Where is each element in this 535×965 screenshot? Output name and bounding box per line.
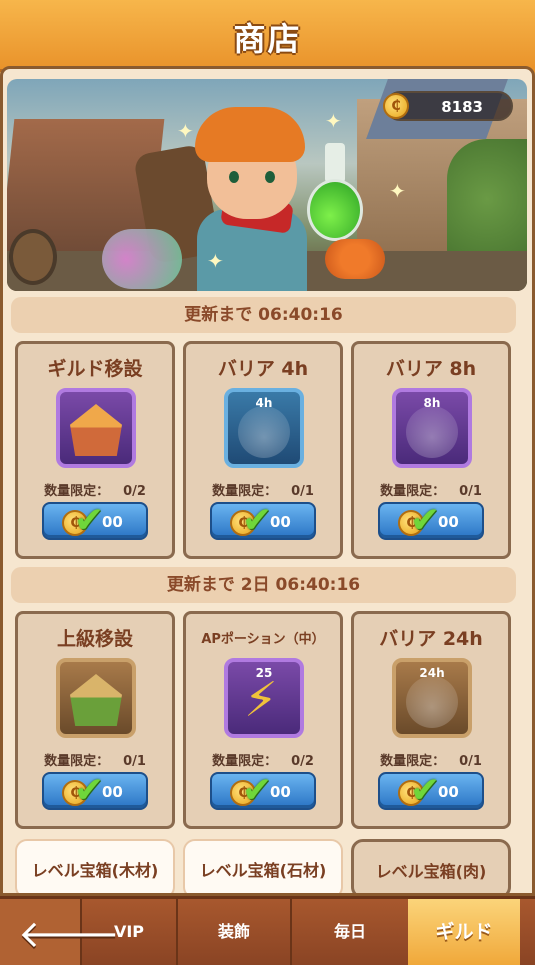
buy-button[interactable]: ₵ 00 ✔ xyxy=(42,500,148,541)
shop-panel: ✦ ✦ ✦ ✦ ₵ 8183 更新まで 06:40:16 ギルド移設 数量限定：… xyxy=(0,66,535,896)
limit-value: 0/1 xyxy=(291,484,314,499)
checkmark-icon: ✔ xyxy=(242,770,273,811)
green-potion-flask xyxy=(307,179,363,241)
barrier-dome-art xyxy=(406,676,458,728)
merchant-eye xyxy=(265,171,275,183)
lightning-bolt-icon: ⚡ xyxy=(244,672,278,728)
tab-guild[interactable]: ギルド xyxy=(408,899,520,965)
guild-house-art xyxy=(70,404,122,456)
item-title: バリア 24h xyxy=(379,628,483,650)
sparkle-icon: ✦ xyxy=(389,179,406,203)
back-button[interactable]: 🡐 xyxy=(0,899,120,965)
barrier-dome-art xyxy=(238,406,290,458)
item-title: バリア 8h xyxy=(385,358,477,380)
ap-potion-icon: 25 ⚡ xyxy=(224,658,304,738)
sparkle-icon: ✦ xyxy=(177,119,194,143)
price-label: 00 xyxy=(270,783,291,801)
refresh-timer: 更新まで 06:40:16 xyxy=(11,297,516,333)
barrier-dome-art xyxy=(406,406,458,458)
limit-label: 数量限定： xyxy=(212,754,278,769)
purchase-limit: 数量限定： 0/1 xyxy=(186,480,340,499)
price-label: 00 xyxy=(102,783,123,801)
guild-move-icon xyxy=(56,388,136,468)
checkmark-icon: ✔ xyxy=(74,770,105,811)
merchant-hair xyxy=(195,107,305,162)
tab-vip[interactable]: VIP xyxy=(82,899,178,965)
purchase-limit: 数量限定： 0/2 xyxy=(18,480,172,499)
hut-art xyxy=(70,674,122,726)
potion-bottles-illustration xyxy=(102,229,182,289)
purchase-limit: 数量限定： 0/1 xyxy=(18,750,172,769)
price-label: 00 xyxy=(270,513,291,531)
limit-label: 数量限定： xyxy=(380,754,446,769)
shop-banner: ✦ ✦ ✦ ✦ ₵ 8183 xyxy=(7,79,527,291)
checkmark-icon: ✔ xyxy=(410,770,441,811)
shop-item-card[interactable]: バリア 8h 8h 数量限定： 0/1 ₵ 00 ✔ xyxy=(351,341,511,559)
barrier-icon: 24h xyxy=(392,658,472,738)
chest-card-meat[interactable]: レベル宝箱(肉) xyxy=(351,839,511,893)
chest-card-wood[interactable]: レベル宝箱(木材) xyxy=(15,839,175,893)
refresh-timer: 更新まで 2日 06:40:16 xyxy=(11,567,516,603)
item-title: 上級移設 xyxy=(56,628,133,650)
limit-value: 0/1 xyxy=(459,484,482,499)
sparkle-icon: ✦ xyxy=(207,249,224,273)
price-label: 00 xyxy=(102,513,123,531)
limit-label: 数量限定： xyxy=(212,484,278,499)
shop-item-card[interactable]: ギルド移設 数量限定： 0/2 ₵ 00 ✔ xyxy=(15,341,175,559)
limit-value: 0/1 xyxy=(459,754,482,769)
shop-item-card[interactable]: バリア 4h 4h 数量限定： 0/1 ₵ 00 ✔ xyxy=(183,341,343,559)
buy-button[interactable]: ₵ 00 ✔ xyxy=(378,770,484,811)
advanced-move-icon xyxy=(56,658,136,738)
shop-item-card[interactable]: APポーション（中） 25 ⚡ 数量限定： 0/2 ₵ 00 ✔ xyxy=(183,611,343,829)
checkmark-icon: ✔ xyxy=(410,500,441,541)
shield-illustration xyxy=(9,229,57,285)
sparkle-icon: ✦ xyxy=(325,109,342,133)
currency-value: 8183 xyxy=(441,98,483,116)
coin-icon: ₵ xyxy=(383,93,409,119)
tab-decoration[interactable]: 装飾 xyxy=(178,899,292,965)
merchant-eye xyxy=(229,171,239,183)
purchase-limit: 数量限定： 0/1 xyxy=(354,750,508,769)
shop-header: 商店 xyxy=(0,0,535,79)
limit-value: 0/2 xyxy=(123,484,146,499)
price-label: 00 xyxy=(438,513,459,531)
fruit-crate-illustration xyxy=(325,239,385,279)
item-title: バリア 4h xyxy=(217,358,309,380)
barrier-icon: 4h xyxy=(224,388,304,468)
buy-button[interactable]: ₵ 00 ✔ xyxy=(378,500,484,541)
purchase-limit: 数量限定： 0/1 xyxy=(354,480,508,499)
buy-button[interactable]: ₵ 00 ✔ xyxy=(42,770,148,811)
shop-item-card[interactable]: 上級移設 数量限定： 0/1 ₵ 00 ✔ xyxy=(15,611,175,829)
purchase-limit: 数量限定： 0/2 xyxy=(186,750,340,769)
currency-display: ₵ 8183 xyxy=(383,91,513,121)
limit-label: 数量限定： xyxy=(380,484,446,499)
checkmark-icon: ✔ xyxy=(242,500,273,541)
bottom-nav: 🡐 VIP 装飾 毎日 ギルド xyxy=(0,896,535,965)
limit-value: 0/1 xyxy=(123,754,146,769)
price-label: 00 xyxy=(438,783,459,801)
flask-neck xyxy=(325,143,345,183)
shop-item-card[interactable]: バリア 24h 24h 数量限定： 0/1 ₵ 00 ✔ xyxy=(351,611,511,829)
page-title: 商店 xyxy=(233,20,302,58)
limit-label: 数量限定： xyxy=(44,484,110,499)
barrier-icon: 8h xyxy=(392,388,472,468)
tab-daily[interactable]: 毎日 xyxy=(292,899,408,965)
item-title: ギルド移設 xyxy=(47,358,143,380)
checkmark-icon: ✔ xyxy=(74,500,105,541)
item-title: APポーション（中） xyxy=(201,632,325,647)
buy-button[interactable]: ₵ 00 ✔ xyxy=(210,770,316,811)
buy-button[interactable]: ₵ 00 ✔ xyxy=(210,500,316,541)
chest-card-stone[interactable]: レベル宝箱(石材) xyxy=(183,839,343,893)
limit-label: 数量限定： xyxy=(44,754,110,769)
limit-value: 0/2 xyxy=(291,754,314,769)
